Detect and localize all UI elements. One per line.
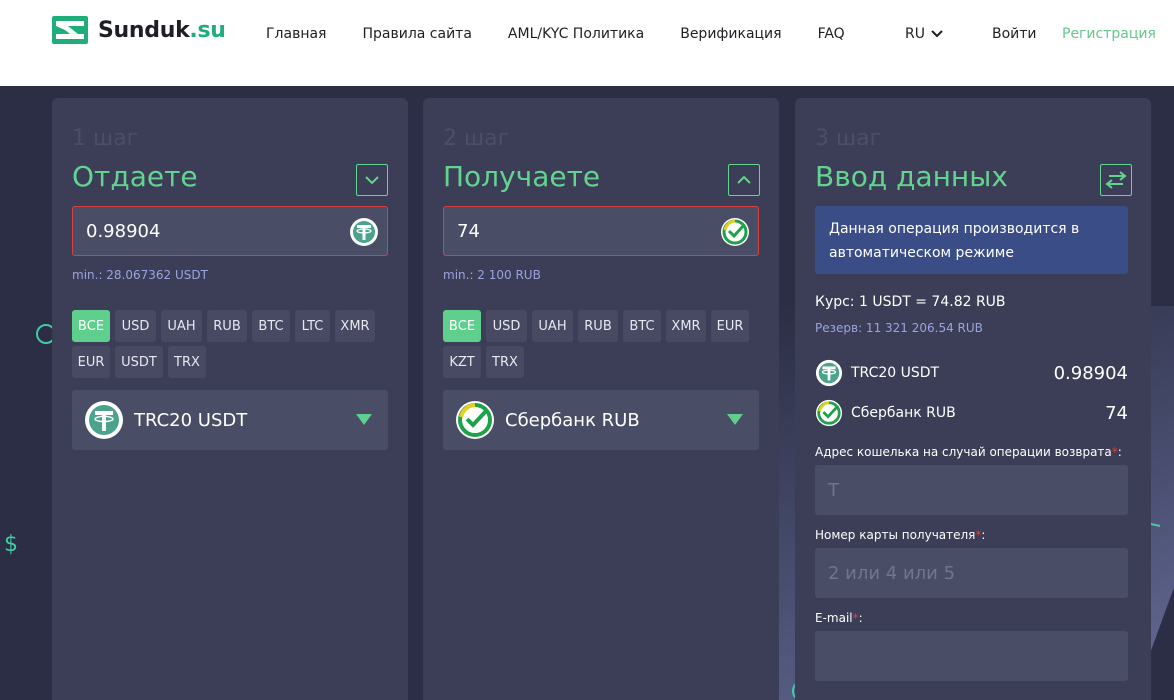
receive-min-amount: min.: 2 100 RUB [443, 268, 541, 282]
give-amount-input[interactable]: 0.98904 [72, 206, 388, 256]
give-min-amount: min.: 28.067362 USDT [72, 268, 208, 282]
caret-down-icon [356, 414, 372, 425]
sberbank-icon [721, 218, 749, 246]
login-link[interactable]: Войти [992, 26, 1037, 42]
summary-give-value: 0.98904 [1053, 362, 1128, 384]
tether-icon [85, 401, 123, 439]
filter-chip-kzt[interactable]: KZT [443, 346, 481, 378]
logo[interactable]: Sunduk.su [52, 16, 226, 44]
filter-chip-uah[interactable]: UAH [532, 310, 573, 342]
exchange-rate: Курс: 1 USDT = 74.82 RUB [815, 294, 1006, 310]
filter-chip-rub[interactable]: RUB [578, 310, 618, 342]
filter-chip-eur[interactable]: EUR [72, 346, 110, 378]
filter-chip-all[interactable]: ВСЕ [72, 310, 110, 342]
reserve-amount: Резерв: 11 321 206.54 RUB [815, 321, 983, 335]
collapse-toggle-button[interactable] [356, 164, 388, 196]
give-card: 1 шаг Отдаете 0.98904 min.: 28.067362 US… [52, 98, 408, 700]
filter-chip-btc[interactable]: BTC [252, 310, 290, 342]
language-label: RU [905, 26, 925, 42]
language-select[interactable]: RU [905, 26, 943, 42]
wallet-field-label: Адрес кошелька на случай операции возвра… [815, 445, 1122, 459]
wallet-address-input[interactable]: T [815, 465, 1128, 515]
give-title: Отдаете [72, 160, 198, 193]
step-label: 3 шаг [815, 126, 882, 151]
receive-amount-input[interactable]: 74 [443, 206, 759, 256]
collapse-toggle-button[interactable] [728, 164, 760, 196]
summary-receive-value: 74 [1105, 402, 1128, 424]
receive-amount-value: 74 [457, 220, 480, 242]
wallet-address-placeholder: T [828, 479, 839, 501]
email-input[interactable] [815, 631, 1128, 681]
summary-give-row: TRC20 USDT 0.98904 [815, 358, 1128, 388]
filter-chip-all[interactable]: ВСЕ [443, 310, 481, 342]
give-amount-value: 0.98904 [86, 220, 161, 242]
step-label: 1 шаг [72, 126, 139, 151]
filter-chip-trx[interactable]: TRX [486, 346, 524, 378]
filter-chip-usd[interactable]: USD [115, 310, 156, 342]
chevron-down-icon [931, 30, 943, 38]
filter-chip-usd[interactable]: USD [486, 310, 527, 342]
nav-home[interactable]: Главная [266, 26, 326, 42]
main-nav: Главная Правила сайта AML/KYC Политика В… [266, 26, 881, 42]
filter-chip-uah[interactable]: UAH [161, 310, 202, 342]
receive-currency-select[interactable]: Сбербанк RUB [443, 390, 759, 450]
give-currency-label: TRC20 USDT [134, 409, 248, 431]
summary-receive-row: Сбербанк RUB 74 [815, 398, 1128, 428]
details-title: Ввод данных [815, 160, 1008, 193]
dollar-icon: $ [4, 532, 18, 557]
filter-chip-xmr[interactable]: XMR [335, 310, 375, 342]
summary-give-name: TRC20 USDT [851, 365, 940, 381]
summary-receive-name: Сбербанк RUB [851, 405, 956, 421]
filter-chip-eur[interactable]: EUR [711, 310, 749, 342]
auto-mode-notice: Данная операция производится в автоматич… [815, 206, 1128, 274]
tether-icon [815, 359, 843, 387]
filter-chip-ltc[interactable]: LTC [295, 310, 330, 342]
filter-chip-btc[interactable]: BTC [623, 310, 661, 342]
nav-faq[interactable]: FAQ [818, 26, 845, 42]
logo-text: Sunduk.su [98, 17, 226, 43]
logo-icon [52, 16, 88, 44]
card-number-input[interactable]: 2 или 4 или 5 [815, 548, 1128, 598]
filter-chip-usdt[interactable]: USDT [115, 346, 163, 378]
sberbank-icon [456, 401, 494, 439]
register-link[interactable]: Регистрация [1062, 26, 1156, 42]
filter-chip-rub[interactable]: RUB [207, 310, 247, 342]
nav-aml-kyc[interactable]: AML/KYC Политика [508, 26, 644, 42]
receive-title: Получаете [443, 160, 601, 193]
receive-card: 2 шаг Получаете 74 min.: 2 100 RUB ВСЕ U… [423, 98, 779, 700]
details-card: 3 шаг Ввод данных Данная операция произв… [795, 98, 1151, 700]
sberbank-icon [815, 399, 843, 427]
nav-rules[interactable]: Правила сайта [362, 26, 471, 42]
chevron-up-icon [737, 175, 751, 184]
caret-down-icon [727, 414, 743, 425]
filter-chip-xmr[interactable]: XMR [666, 310, 706, 342]
swap-arrows-icon [1105, 171, 1127, 189]
card-field-label: Номер карты получателя*: [815, 528, 986, 542]
site-header: Sunduk.su Главная Правила сайта AML/KYC … [0, 0, 1174, 86]
receive-currency-label: Сбербанк RUB [505, 409, 640, 431]
chevron-down-icon [365, 176, 379, 185]
tether-icon [350, 218, 378, 246]
step-label: 2 шаг [443, 126, 510, 151]
swap-button[interactable] [1100, 164, 1132, 196]
nav-verification[interactable]: Верификация [680, 26, 781, 42]
give-currency-select[interactable]: TRC20 USDT [72, 390, 388, 450]
email-field-label: E-mail*: [815, 611, 863, 625]
card-number-placeholder: 2 или 4 или 5 [828, 562, 956, 584]
filter-chip-trx[interactable]: TRX [168, 346, 206, 378]
